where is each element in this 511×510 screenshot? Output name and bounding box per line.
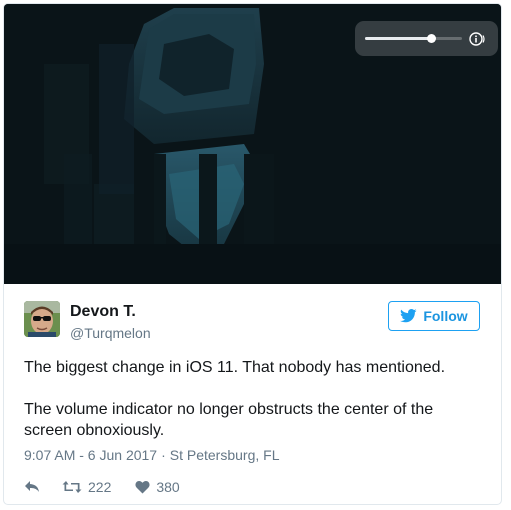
tweet-text: The biggest change in iOS 11. That nobod… xyxy=(24,357,484,441)
display-name[interactable]: Devon T. xyxy=(70,303,136,321)
tweet-timestamp[interactable]: 9:07 AM - 6 Jun 2017 xyxy=(24,447,157,463)
follow-button-label: Follow xyxy=(423,308,468,324)
volume-slider-knob[interactable] xyxy=(426,34,436,43)
like-count: 380 xyxy=(156,479,180,495)
follow-button[interactable]: Follow xyxy=(388,301,480,331)
tweet-card: Devon T. @Turqmelon Follow The biggest c… xyxy=(3,3,502,505)
volume-indicator[interactable] xyxy=(355,21,498,56)
tweet-actions: 222 380 xyxy=(24,477,180,497)
volume-slider-fill xyxy=(365,37,431,40)
video-frame[interactable] xyxy=(4,4,501,284)
volume-slider-track[interactable] xyxy=(365,34,462,43)
twitter-bird-icon xyxy=(400,309,417,323)
tweet-location[interactable]: St Petersburg, FL xyxy=(170,447,280,463)
tweet-paragraph: The biggest change in iOS 11. That nobod… xyxy=(24,359,446,376)
tweet-meta: 9:07 AM - 6 Jun 2017 · St Petersburg, FL xyxy=(24,447,279,463)
retweet-button[interactable]: 222 xyxy=(62,479,111,495)
volume-icon xyxy=(469,32,485,46)
like-button[interactable]: 380 xyxy=(135,479,180,495)
reply-icon xyxy=(25,481,39,492)
avatar[interactable] xyxy=(24,301,60,337)
heart-icon xyxy=(135,480,150,494)
user-handle[interactable]: @Turqmelon xyxy=(70,325,151,341)
avatar-image xyxy=(24,301,60,337)
retweet-count: 222 xyxy=(88,479,112,495)
reply-button[interactable] xyxy=(24,480,40,494)
tweet-paragraph: The volume indicator no longer obstructs… xyxy=(24,401,434,439)
meta-separator: · xyxy=(161,447,166,463)
retweet-icon xyxy=(62,481,82,493)
